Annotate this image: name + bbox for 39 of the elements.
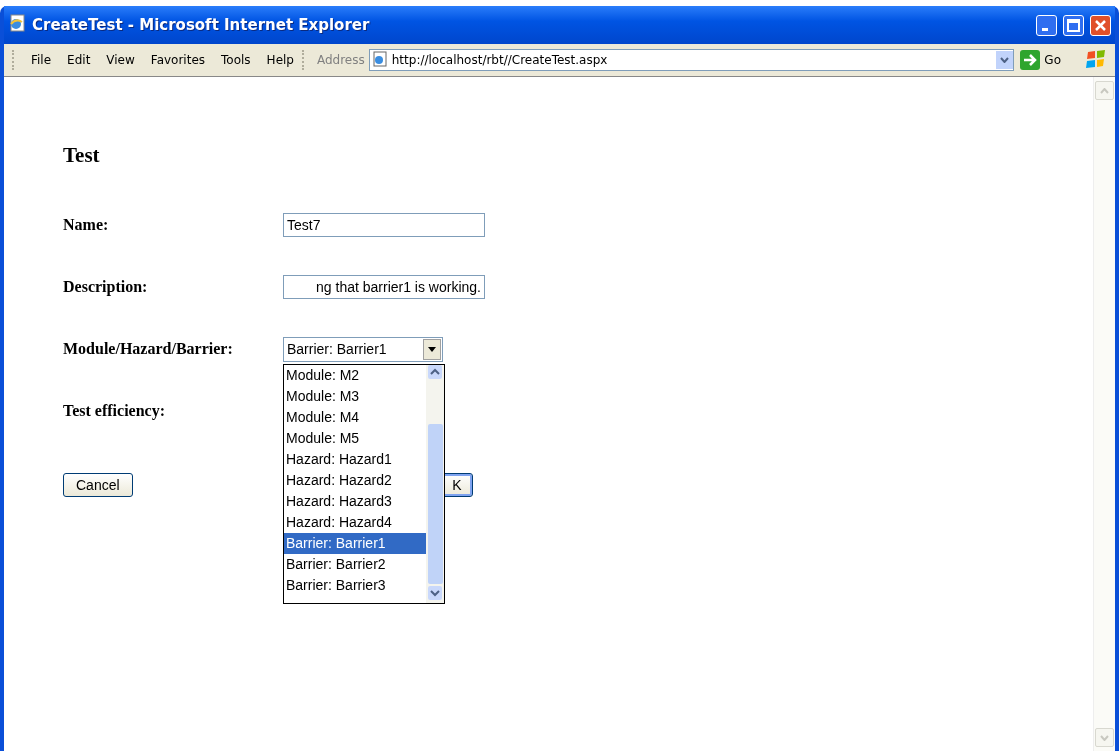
address-field[interactable]: http://localhost/rbt//CreateTest.aspx xyxy=(368,49,1015,71)
menu-item[interactable]: Help xyxy=(258,51,302,69)
field-label: Name: xyxy=(63,216,110,234)
close-button[interactable] xyxy=(1090,14,1111,36)
dropdown-option[interactable]: Module: M4 xyxy=(284,406,426,428)
menu-item[interactable]: Edit xyxy=(59,51,99,69)
scroll-down-icon[interactable] xyxy=(428,585,442,603)
field-label: Module/Hazard/Barrier: xyxy=(63,340,234,358)
address-label: Address xyxy=(316,53,365,67)
dropdown-option[interactable]: Hazard: Hazard1 xyxy=(284,448,426,470)
dropdown-option[interactable]: Hazard: Hazard4 xyxy=(284,511,426,533)
dropdown-option[interactable]: Hazard: Hazard3 xyxy=(284,490,426,512)
menu-item[interactable]: Tools xyxy=(213,51,259,69)
dropdown-option[interactable]: Barrier: Barrier1 xyxy=(284,532,426,554)
text-field[interactable]: Test7 xyxy=(283,213,485,237)
scrollbar[interactable] xyxy=(426,364,444,603)
scroll-thumb[interactable] xyxy=(427,423,443,584)
field-label: Description: xyxy=(63,278,149,296)
page-heading: Test xyxy=(63,143,101,168)
menu-item[interactable]: Favorites xyxy=(142,51,214,69)
field-label: Test efficiency: xyxy=(63,402,167,420)
close-icon xyxy=(1094,18,1107,32)
page-icon xyxy=(371,50,388,67)
window-title: CreateTest - Microsoft Internet Explorer xyxy=(32,16,371,34)
menu-item[interactable]: View xyxy=(98,51,143,69)
dropdown-option[interactable]: Module: M3 xyxy=(284,385,426,407)
dropdown-option[interactable]: Module: M2 xyxy=(284,364,426,386)
dropdown-option[interactable]: Barrier: Barrier3 xyxy=(284,574,426,596)
minimize-button[interactable] xyxy=(1036,14,1057,36)
dropdown-option[interactable]: Hazard: Hazard2 xyxy=(284,469,426,491)
minimize-icon xyxy=(1042,28,1048,31)
cancel-button[interactable]: Cancel xyxy=(63,473,133,497)
maximize-icon xyxy=(1067,18,1080,32)
text-field[interactable]: ng that barrier1 is working. xyxy=(283,275,485,299)
menu-item[interactable]: File xyxy=(23,51,60,69)
scroll-up-icon[interactable] xyxy=(428,364,442,382)
dropdown-option[interactable]: Barrier: Barrier2 xyxy=(284,553,426,575)
maximize-button[interactable] xyxy=(1063,14,1084,36)
dropdown-option[interactable]: Module: M5 xyxy=(284,427,426,449)
